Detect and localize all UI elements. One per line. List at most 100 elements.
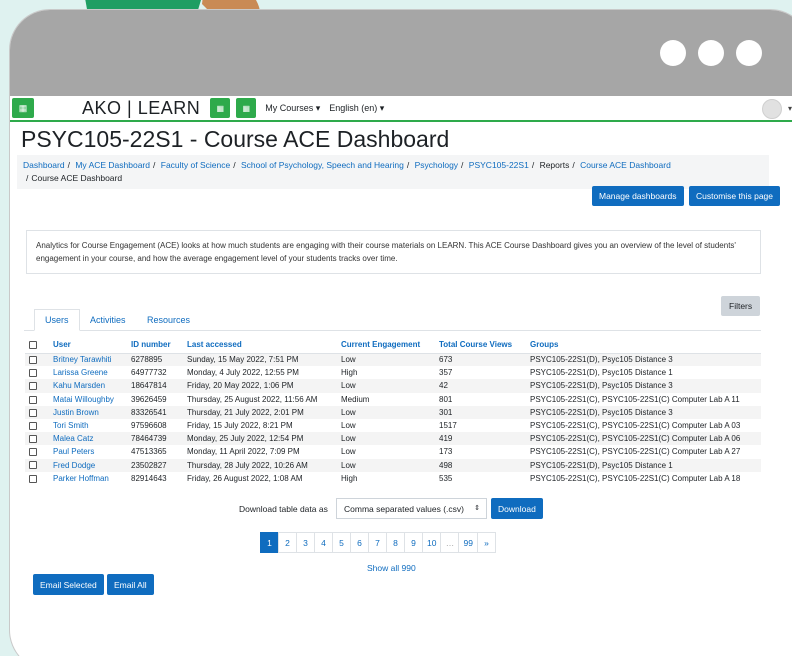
pagination-page[interactable]: 6 [350, 532, 369, 553]
pagination-page[interactable]: 1 [260, 532, 279, 553]
breadcrumb: Dashboard / My ACE Dashboard / Faculty of … [17, 155, 769, 189]
column-header[interactable]: Current Engagement [337, 337, 435, 353]
row-checkbox[interactable] [29, 435, 37, 444]
top-navbar: ▦ AKO | LEARN ▦ ▦ My Courses ▾ English (… [10, 96, 792, 122]
breadcrumb-item[interactable]: Course ACE Dashboard [580, 160, 671, 170]
user-name-link[interactable]: Parker Hoffman [49, 472, 127, 485]
table-cell: 801 [439, 394, 453, 404]
select-all-checkbox[interactable] [29, 341, 37, 350]
table-cell: 498 [435, 458, 526, 472]
table-cell: Low [337, 353, 435, 367]
row-checkbox[interactable] [29, 382, 37, 391]
download-format-select[interactable]: Comma separated values (.csv) ⇕ [336, 498, 487, 519]
email-selected-button[interactable]: Email Selected [33, 574, 104, 595]
table-cell: Friday, 26 August 2022, 1:08 AM [187, 473, 303, 483]
tab-users[interactable]: Users [34, 309, 80, 331]
table-cell: Low [337, 432, 435, 446]
email-all-button[interactable]: Email All [107, 574, 154, 595]
table-cell: Low [337, 458, 435, 472]
table-cell: Low [337, 379, 435, 393]
breadcrumb-item[interactable]: PSYC105-22S1 [469, 160, 529, 170]
user-name-link[interactable]: Justin Brown [49, 405, 127, 419]
nav-language[interactable]: English (en) ▾ [329, 103, 384, 114]
breadcrumb-separator: / [67, 160, 70, 170]
breadcrumb-separator: / [406, 160, 410, 170]
window-control-dot[interactable] [660, 40, 686, 66]
column-header[interactable]: Groups [526, 337, 761, 353]
pagination-page[interactable]: 2 [278, 532, 297, 553]
table-cell: PSYC105-22S1(C), PSYC105-22S1(C) Compute… [526, 432, 761, 446]
user-avatar[interactable] [762, 99, 782, 119]
chevron-down-icon[interactable]: ▾ [788, 104, 792, 113]
breadcrumb-item[interactable]: Psychology [415, 160, 458, 170]
tab-activities[interactable]: Activities [80, 309, 136, 331]
window-control-dot[interactable] [736, 40, 762, 66]
browser-window: ▦ AKO | LEARN ▦ ▦ My Courses ▾ English (… [10, 10, 792, 656]
user-name-link[interactable]: Paul Peters [49, 445, 127, 458]
pagination-page[interactable]: 10 [422, 532, 442, 553]
table-row: Parker Hoffman 82914643 Friday, 26 August … [25, 472, 761, 485]
breadcrumb-item[interactable]: Faculty of Science [161, 160, 230, 170]
table-row: Britney Tarawhiti 6278895 Sunday, 15 May 2… [25, 353, 761, 367]
row-checkbox[interactable] [29, 356, 37, 365]
table-cell: PSYC105-22S1(D), Psyc105 Distance 3 [526, 379, 761, 393]
user-name-link[interactable]: Larissa Greene [49, 366, 127, 379]
pagination-page[interactable]: 3 [296, 532, 315, 553]
pagination-page[interactable]: 7 [368, 532, 387, 553]
table-row: Kahu Marsden 18647814 Friday, 20 May 2022,… [25, 379, 761, 393]
column-header[interactable]: Last accessed [183, 337, 337, 353]
table-cell: 47513365 [131, 447, 167, 457]
table-row: Malea Catz 78464739 Monday, 25 July 2022, … [25, 432, 761, 446]
table-header-row: User ID number Last accessed Current Eng… [25, 337, 761, 353]
row-checkbox[interactable] [29, 369, 37, 378]
table-row: Paul Peters 47513365 Monday, 11 April 2022… [25, 445, 761, 458]
breadcrumb-item[interactable]: My ACE Dashboard [75, 160, 150, 170]
row-checkbox[interactable] [29, 408, 37, 417]
user-name-link[interactable]: Malea Catz [49, 432, 127, 446]
download-button[interactable]: Download [491, 498, 543, 519]
pagination-next[interactable]: » [476, 532, 496, 553]
table-cell: PSYC105-22S1(D), Psyc105 Distance 1 [526, 458, 761, 472]
user-name-link[interactable]: Matai Willoughby [49, 393, 127, 406]
site-brand[interactable]: AKO | LEARN [82, 98, 200, 119]
column-header[interactable]: Total Course Views [435, 337, 526, 353]
row-checkbox[interactable] [29, 474, 37, 483]
pagination-page[interactable]: 5 [332, 532, 351, 553]
breadcrumb-item[interactable]: Dashboard [23, 160, 65, 170]
row-checkbox[interactable] [29, 395, 37, 404]
breadcrumb-item[interactable]: School of Psychology, Speech and Hearing [241, 160, 404, 170]
apps-icon[interactable]: ▦ [210, 98, 231, 118]
user-name-link[interactable]: Fred Dodge [49, 458, 127, 472]
apps-icon[interactable]: ▦ [236, 98, 257, 118]
column-header[interactable]: User [49, 337, 127, 353]
row-checkbox[interactable] [29, 461, 37, 470]
pagination-page[interactable]: 99 [458, 532, 478, 553]
breadcrumb-separator: / [572, 160, 575, 170]
tab-resources[interactable]: Resources [137, 309, 200, 331]
table-cell: 82914643 [131, 473, 167, 483]
pagination-page[interactable]: 4 [314, 532, 333, 553]
breadcrumb-separator: / [26, 173, 29, 183]
user-name-link[interactable]: Britney Tarawhiti [49, 353, 127, 367]
window-control-dot[interactable] [698, 40, 724, 66]
row-checkbox[interactable] [29, 421, 37, 430]
table-cell: 357 [439, 368, 453, 378]
table-cell: 173 [439, 447, 453, 457]
pagination-page[interactable]: 8 [386, 532, 405, 553]
column-header[interactable]: ID number [127, 337, 183, 353]
row-checkbox[interactable] [29, 448, 37, 457]
nav-my-courses[interactable]: My Courses ▾ [265, 103, 320, 114]
customise-page-button[interactable]: Customise this page [689, 186, 781, 206]
table-cell: Medium [341, 394, 370, 404]
nav-drawer-toggle[interactable]: ▦ [12, 98, 34, 118]
show-all-link[interactable]: Show all 990 [367, 563, 416, 573]
manage-dashboards-button[interactable]: Manage dashboards [592, 186, 684, 206]
user-name-link[interactable]: Kahu Marsden [49, 379, 127, 393]
user-name-link[interactable]: Tori Smith [49, 419, 127, 432]
table-cell: 97596608 [131, 421, 167, 431]
table-cell: High [341, 368, 358, 378]
pagination-page[interactable]: 9 [404, 532, 423, 553]
pagination-page: … [440, 532, 460, 553]
table-cell: Monday, 25 July 2022, 12:54 PM [183, 432, 337, 446]
table-cell: 83326541 [127, 405, 183, 419]
